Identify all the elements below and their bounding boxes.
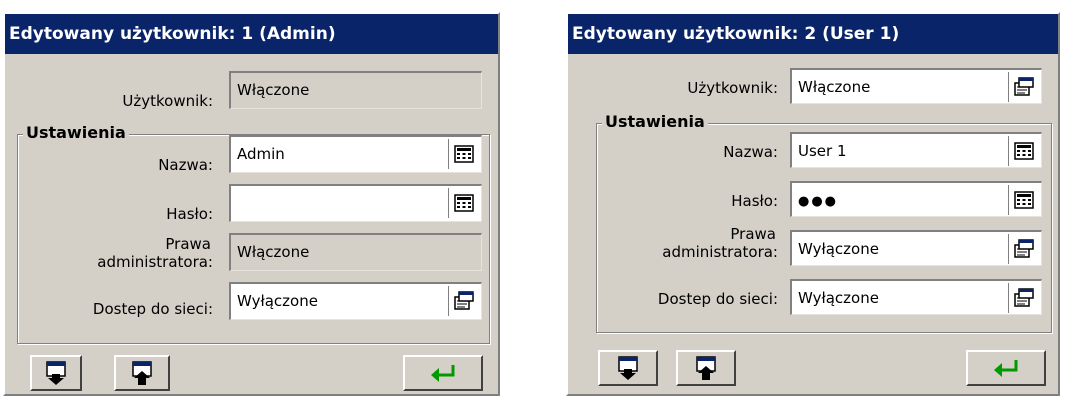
export-button[interactable] bbox=[114, 355, 170, 391]
network-access-value: Wyłączone bbox=[798, 289, 879, 307]
enter-arrow-icon bbox=[994, 360, 1018, 377]
settings-group-label: Ustawienia bbox=[23, 124, 129, 142]
list-select-icon bbox=[1013, 77, 1034, 96]
import-button[interactable] bbox=[30, 355, 82, 391]
keyboard-button[interactable] bbox=[1008, 185, 1038, 215]
user-label: Użytkownik: bbox=[687, 79, 778, 97]
keyboard-button[interactable] bbox=[448, 188, 478, 218]
network-access-field[interactable]: Wyłączone bbox=[229, 282, 482, 320]
admin-rights-value: Wyłączone bbox=[798, 240, 879, 258]
settings-group-label: Ustawienia bbox=[602, 113, 708, 131]
admin-rights-label: Prawa administratora: bbox=[578, 225, 778, 261]
keyboard-button[interactable] bbox=[448, 139, 478, 169]
keyboard-icon bbox=[453, 194, 474, 212]
password-field[interactable] bbox=[229, 184, 482, 222]
network-access-field[interactable]: Wyłączone bbox=[790, 279, 1042, 315]
name-value: Admin bbox=[237, 145, 285, 163]
name-label: Nazwa: bbox=[158, 156, 213, 174]
password-label: Hasło: bbox=[731, 192, 778, 210]
keyboard-button[interactable] bbox=[1008, 136, 1038, 166]
export-up-icon bbox=[696, 356, 716, 380]
admin-rights-label-line1: Prawa bbox=[730, 225, 776, 243]
password-value: ●●● bbox=[798, 194, 839, 209]
name-field[interactable]: User 1 bbox=[790, 132, 1042, 168]
admin-rights-field: Włączone bbox=[229, 233, 482, 271]
select-button[interactable] bbox=[448, 286, 478, 316]
admin-rights-label: Prawa administratora: bbox=[15, 235, 213, 271]
export-button[interactable] bbox=[676, 350, 736, 386]
keyboard-icon bbox=[1013, 191, 1034, 209]
admin-rights-field[interactable]: Wyłączone bbox=[790, 230, 1042, 266]
select-button[interactable] bbox=[1008, 72, 1038, 102]
network-access-value: Wyłączone bbox=[237, 292, 318, 310]
admin-rights-label-line1: Prawa bbox=[165, 235, 211, 253]
keyboard-icon bbox=[1013, 142, 1034, 160]
enter-arrow-icon bbox=[431, 365, 455, 382]
import-button[interactable] bbox=[598, 350, 658, 386]
list-select-icon bbox=[1013, 288, 1034, 307]
list-select-icon bbox=[1013, 239, 1034, 258]
keyboard-icon bbox=[453, 145, 474, 163]
user-enabled-value: Włączone bbox=[798, 78, 871, 96]
enter-button[interactable] bbox=[403, 355, 483, 391]
select-button[interactable] bbox=[1008, 234, 1038, 264]
export-up-icon bbox=[132, 361, 152, 385]
name-field[interactable]: Admin bbox=[229, 135, 482, 173]
network-access-label: Dostep do sieci: bbox=[92, 300, 213, 318]
dialog-title: Edytowany użytkownik: 1 (Admin) bbox=[5, 14, 498, 54]
password-label: Hasło: bbox=[166, 205, 213, 223]
user-enabled-field[interactable]: Włączone bbox=[790, 68, 1042, 104]
enter-button[interactable] bbox=[966, 350, 1046, 386]
user-1-edit-dialog: Edytowany użytkownik: 1 (Admin) Użytkown… bbox=[3, 12, 500, 396]
dialog-title: Edytowany użytkownik: 2 (User 1) bbox=[568, 14, 1058, 54]
password-field[interactable]: ●●● bbox=[790, 181, 1042, 217]
name-label: Nazwa: bbox=[723, 143, 778, 161]
user-2-edit-dialog: Edytowany użytkownik: 2 (User 1) Użytkow… bbox=[566, 12, 1060, 396]
admin-rights-label-line2: administratora: bbox=[662, 243, 778, 261]
user-label: Użytkownik: bbox=[122, 92, 213, 110]
import-down-icon bbox=[618, 356, 638, 380]
user-enabled-field: Włączone bbox=[229, 71, 482, 109]
admin-rights-label-line2: administratora: bbox=[97, 253, 213, 271]
name-value: User 1 bbox=[798, 142, 847, 160]
network-access-label: Dostep do sieci: bbox=[657, 290, 778, 308]
select-button[interactable] bbox=[1008, 283, 1038, 313]
list-select-icon bbox=[453, 291, 474, 310]
import-down-icon bbox=[46, 361, 66, 385]
